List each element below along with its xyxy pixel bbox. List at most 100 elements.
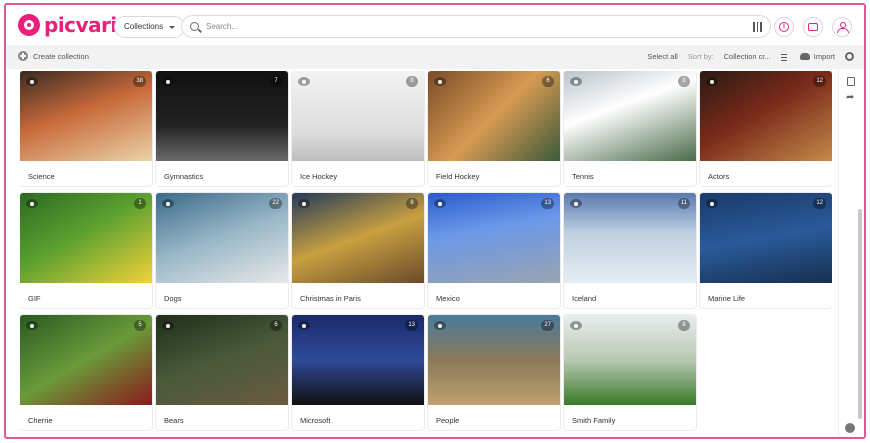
collection-thumbnail[interactable]: 1 [20, 193, 152, 283]
collection-card[interactable]: 8 Christmas in Paris [292, 193, 424, 308]
collection-name: Field Hockey [436, 172, 480, 181]
collection-card[interactable]: 8 Smith Family [564, 315, 696, 430]
eye-icon[interactable] [162, 77, 174, 86]
collection-card[interactable]: 12 Actors [700, 71, 832, 186]
collection-name: Cherrie [28, 416, 53, 425]
collection-thumbnail[interactable]: 8 [292, 193, 424, 283]
profile-button[interactable] [832, 17, 852, 37]
collections-dropdown[interactable]: Collections [114, 16, 186, 38]
collection-thumbnail[interactable]: 13 [428, 193, 560, 283]
item-count-badge: 38 [133, 76, 146, 87]
collection-card[interactable]: 22 Dogs [156, 193, 288, 308]
item-count-badge: 22 [269, 198, 282, 209]
collection-card[interactable]: 13 Microsoft [292, 315, 424, 430]
collection-thumbnail[interactable]: 8 [292, 71, 424, 161]
item-count-badge: 13 [405, 320, 418, 331]
collection-name: Tennis [572, 172, 594, 181]
collection-thumbnail[interactable]: 12 [700, 71, 832, 161]
gear-icon[interactable] [845, 52, 854, 61]
item-count-badge: 13 [541, 198, 554, 209]
document-icon[interactable] [847, 77, 855, 86]
eye-icon[interactable] [26, 199, 38, 208]
collection-thumbnail[interactable]: 6 [156, 315, 288, 405]
collection-name: Smith Family [572, 416, 616, 425]
eye-icon[interactable] [162, 321, 174, 330]
collection-card[interactable]: 6 Field Hockey [428, 71, 560, 186]
eye-icon[interactable] [570, 321, 582, 330]
collection-thumbnail[interactable]: 22 [156, 193, 288, 283]
right-rail: ➦ [838, 69, 864, 437]
eye-icon[interactable] [298, 77, 310, 86]
search-input[interactable] [206, 19, 726, 34]
item-count-badge: 12 [813, 198, 826, 209]
sort-order-icon[interactable] [780, 53, 790, 61]
eye-icon[interactable] [570, 199, 582, 208]
eye-icon[interactable] [434, 321, 446, 330]
collection-name: Bears [164, 416, 184, 425]
eye-icon[interactable] [298, 199, 310, 208]
collection-card[interactable]: 7 Gymnastics [156, 71, 288, 186]
collection-card[interactable]: 8 Ice Hockey [292, 71, 424, 186]
info-button[interactable]: i [774, 17, 794, 37]
collection-card[interactable]: 8 Tennis [564, 71, 696, 186]
collection-card[interactable]: 38 Science [20, 71, 152, 186]
collection-card[interactable]: 6 Bears [156, 315, 288, 430]
create-collection-button[interactable]: Create collection [18, 51, 89, 61]
collection-thumbnail[interactable]: 6 [428, 71, 560, 161]
eye-icon[interactable] [434, 77, 446, 86]
eye-icon[interactable] [570, 77, 582, 86]
eye-icon[interactable] [26, 77, 38, 86]
eye-icon[interactable] [434, 199, 446, 208]
item-count-badge: 1 [134, 198, 146, 209]
eye-icon[interactable] [706, 77, 718, 86]
item-count-badge: 12 [813, 76, 826, 87]
collection-name: Ice Hockey [300, 172, 338, 181]
collection-thumbnail[interactable]: 12 [700, 193, 832, 283]
top-bar: picvario Collections i [6, 5, 864, 47]
collection-name: Microsoft [300, 416, 331, 425]
inbox-button[interactable] [803, 17, 823, 37]
collection-name: Mexico [436, 294, 460, 303]
search-bar [181, 15, 771, 38]
toolbar: Create collection Select all Sort by: Co… [6, 45, 864, 69]
item-count-badge: 6 [542, 76, 554, 87]
collection-name: Gymnastics [164, 172, 204, 181]
collection-thumbnail[interactable]: 8 [564, 71, 696, 161]
sort-dropdown[interactable]: Collection cr... [724, 52, 771, 61]
help-icon[interactable] [845, 423, 855, 433]
import-button[interactable]: Import [799, 52, 835, 61]
collection-name: Iceland [572, 294, 597, 303]
collection-name: Christmas in Paris [300, 294, 361, 303]
collection-card[interactable]: 27 People [428, 315, 560, 430]
collection-card[interactable]: 12 Marine Life [700, 193, 832, 308]
collection-card[interactable]: 13 Mexico [428, 193, 560, 308]
collection-thumbnail[interactable]: 8 [564, 315, 696, 405]
collection-thumbnail[interactable]: 11 [564, 193, 696, 283]
collection-name: GIF [28, 294, 41, 303]
item-count-badge: 8 [406, 76, 418, 87]
scrollbar[interactable] [858, 209, 862, 419]
collection-thumbnail[interactable]: 38 [20, 71, 152, 161]
item-count-badge: 11 [677, 198, 690, 209]
collection-card[interactable]: 1 GIF [20, 193, 152, 308]
share-icon[interactable]: ➦ [846, 93, 854, 103]
item-count-badge: 5 [134, 320, 146, 331]
select-all-button[interactable]: Select all [647, 52, 677, 61]
collection-thumbnail[interactable]: 7 [156, 71, 288, 161]
item-count-badge: 6 [270, 320, 282, 331]
collection-thumbnail[interactable]: 5 [20, 315, 152, 405]
collection-card[interactable]: 5 Cherrie [20, 315, 152, 430]
collection-thumbnail[interactable]: 13 [292, 315, 424, 405]
plus-icon [18, 51, 28, 61]
eye-icon[interactable] [162, 199, 174, 208]
collection-name: Dogs [164, 294, 182, 303]
filter-icon[interactable] [752, 22, 762, 32]
eye-icon[interactable] [26, 321, 38, 330]
eye-icon[interactable] [298, 321, 310, 330]
item-count-badge: 27 [541, 320, 554, 331]
collection-card[interactable]: 11 Iceland [564, 193, 696, 308]
collection-thumbnail[interactable]: 27 [428, 315, 560, 405]
eye-icon[interactable] [706, 199, 718, 208]
collection-name: Science [28, 172, 55, 181]
create-collection-label: Create collection [33, 51, 89, 61]
